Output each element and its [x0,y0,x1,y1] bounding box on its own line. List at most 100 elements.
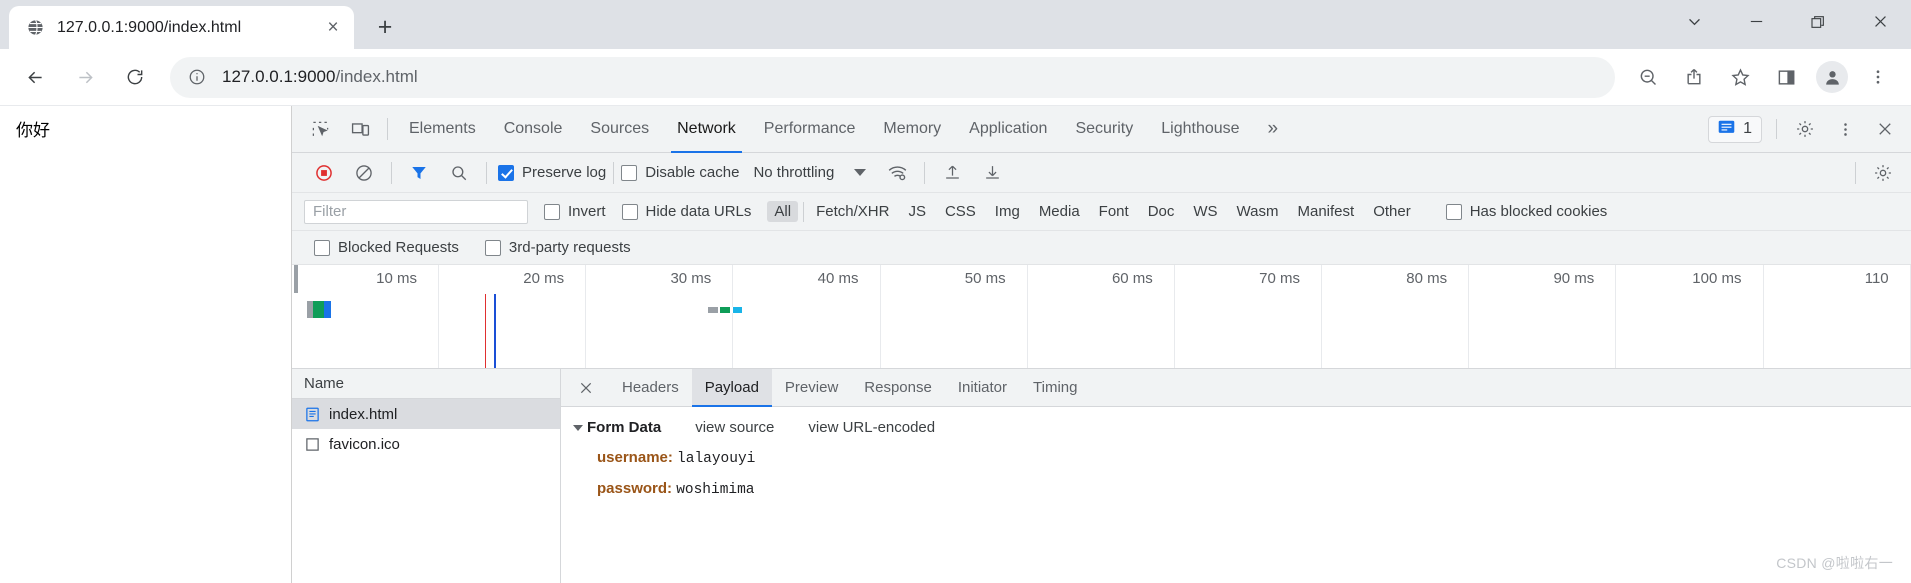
tab-response[interactable]: Response [851,369,945,407]
invert-checkbox[interactable]: Invert [544,203,606,220]
browser-tab[interactable]: 127.0.0.1:9000/index.html × [9,6,354,49]
reload-icon[interactable] [114,56,156,98]
settings-gear-icon[interactable] [1866,156,1900,190]
network-conditions-icon[interactable] [880,156,914,190]
third-party-requests-checkbox[interactable]: 3rd-party requests [484,239,631,256]
blocked-requests-checkbox[interactable]: Blocked Requests [314,239,459,256]
tab-application[interactable]: Application [955,106,1061,153]
close-devtools-icon[interactable] [1868,112,1902,146]
profile-avatar-icon[interactable] [1816,61,1848,93]
tab-headers[interactable]: Headers [609,369,692,407]
page-and-devtools: 你好 Elements Console Sources Network Perf… [0,106,1911,583]
form-data-title: Form Data [587,419,662,436]
resource-filter-media[interactable]: Media [1032,201,1087,222]
share-icon[interactable] [1674,57,1714,97]
view-url-encoded-link[interactable]: view URL-encoded [808,419,935,436]
clear-icon[interactable] [347,156,381,190]
new-tab-button[interactable]: + [368,10,402,44]
tab-elements[interactable]: Elements [395,106,490,153]
tab-network[interactable]: Network [663,106,750,153]
search-icon[interactable] [442,156,476,190]
resource-filter-img[interactable]: Img [988,201,1027,222]
resource-filter-all[interactable]: All [767,201,799,222]
tab-payload[interactable]: Payload [691,368,773,407]
blocked-requests-label: Blocked Requests [338,239,459,256]
close-icon[interactable] [571,373,601,403]
tab-label: Preview [784,379,839,396]
bar-segment [708,307,719,313]
triangle-expanded-icon[interactable] [573,424,583,431]
tab-close-icon[interactable]: × [320,15,346,41]
tab-label: Security [1075,120,1134,137]
zoom-out-icon[interactable] [1628,57,1668,97]
import-har-icon[interactable] [935,156,969,190]
chevron-down-icon[interactable] [1663,0,1725,43]
more-tabs-chevron-icon[interactable]: » [1254,106,1293,153]
minimize-icon[interactable] [1725,0,1787,43]
resource-filter-fetch-xhr[interactable]: Fetch/XHR [809,201,896,222]
timeline-tick-100ms: 100 ms [1692,270,1742,287]
side-panel-icon[interactable] [1766,57,1806,97]
disable-cache-checkbox[interactable]: Disable cache [621,164,739,181]
resource-filter-wasm[interactable]: Wasm [1230,201,1286,222]
document-icon [304,406,320,422]
form-data-row-username: username: lalayouyi [575,449,1911,467]
tab-title: 127.0.0.1:9000/index.html [57,18,242,36]
checkbox-box [1445,203,1462,220]
tab-memory[interactable]: Memory [869,106,955,153]
resource-filter-font[interactable]: Font [1092,201,1136,222]
export-har-icon[interactable] [975,156,1009,190]
divider [613,161,615,184]
resource-type-filters: All Fetch/XHR JS CSS Img Media Font Doc … [767,201,1417,222]
resource-filter-doc[interactable]: Doc [1141,201,1182,222]
kebab-menu-icon[interactable] [1828,112,1862,146]
record-stop-icon[interactable] [307,156,341,190]
divider [486,161,487,184]
preserve-log-checkbox[interactable]: Preserve log [498,164,606,181]
close-icon[interactable] [1849,0,1911,43]
back-arrow-icon[interactable] [14,56,56,98]
bar-segment [720,307,731,313]
filter-input[interactable] [304,199,528,224]
settings-gear-icon[interactable] [1788,112,1822,146]
resource-filter-manifest[interactable]: Manifest [1291,201,1362,222]
view-source-link[interactable]: view source [695,419,774,436]
kebab-menu-icon[interactable] [1858,57,1898,97]
forward-arrow-icon[interactable] [64,56,106,98]
table-row[interactable]: index.html [292,399,560,429]
restore-icon[interactable] [1787,0,1849,43]
table-row[interactable]: favicon.ico [292,429,560,459]
tab-label: Initiator [957,379,1008,396]
resource-filter-css[interactable]: CSS [938,201,983,222]
tab-initiator[interactable]: Initiator [945,369,1020,407]
form-data-section-header[interactable]: Form Data view source view URL-encoded [573,419,1911,436]
address-bar[interactable]: 127.0.0.1:9000/index.html [170,56,1615,98]
resource-filter-other[interactable]: Other [1366,201,1418,222]
has-blocked-cookies-checkbox[interactable]: Has blocked cookies [1445,203,1607,220]
form-data-value: lalayouyi [677,451,756,467]
funnel-filter-icon[interactable] [402,156,436,190]
tab-preview[interactable]: Preview [772,369,851,407]
resource-filter-js[interactable]: JS [901,201,933,222]
info-circle-icon[interactable] [186,66,208,88]
tab-label: Response [864,379,932,396]
tab-sources[interactable]: Sources [576,106,663,153]
resource-filter-ws[interactable]: WS [1186,201,1224,222]
bookmark-star-icon[interactable] [1720,57,1760,97]
throttling-dropdown[interactable]: No throttling [753,164,867,181]
hide-data-urls-checkbox[interactable]: Hide data URLs [621,203,751,220]
more-tabs-label: » [1267,118,1279,139]
device-toolbar-icon[interactable] [343,112,377,146]
inspect-element-icon[interactable] [303,112,337,146]
request-details-panel: Headers Payload Preview Response Initiat… [561,368,1911,583]
tab-lighthouse[interactable]: Lighthouse [1147,106,1253,153]
network-overview-timeline[interactable]: 10 ms 20 ms 30 ms 40 ms 50 ms 60 ms 70 m… [292,265,1911,369]
tab-console[interactable]: Console [490,106,577,153]
tab-timing[interactable]: Timing [1020,369,1090,407]
tab-security[interactable]: Security [1061,106,1147,153]
issues-badge[interactable]: 1 [1708,115,1762,143]
request-list-column-header[interactable]: Name [292,369,560,399]
payload-content: Form Data view source view URL-encoded u… [561,407,1911,498]
timeline-tick-110ms: 110 [1864,270,1889,287]
tab-performance[interactable]: Performance [750,106,870,153]
